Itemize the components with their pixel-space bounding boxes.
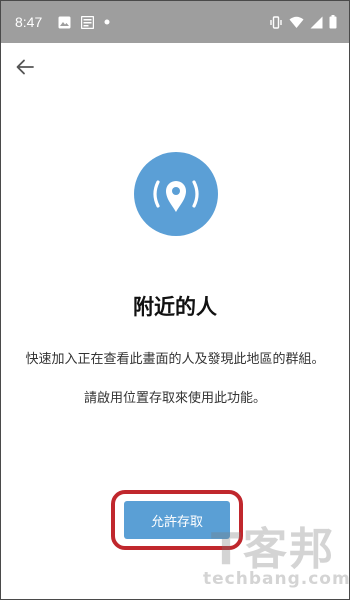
image-icon [58, 16, 71, 29]
back-button[interactable] [11, 53, 39, 81]
status-time: 8:47 [15, 14, 43, 30]
status-right [269, 15, 337, 29]
signal-icon [310, 16, 323, 29]
page-title: 附近的人 [133, 295, 217, 319]
description-text: 快速加入正在查看此畫面的人及發現此地區的群組。 [25, 352, 325, 367]
dot-icon [104, 19, 110, 25]
location-pin-icon [153, 180, 199, 212]
allow-access-button[interactable]: 允許存取 [124, 501, 230, 539]
wifi-icon [289, 16, 304, 29]
vibrate-icon [269, 15, 283, 29]
arrow-back-icon [16, 59, 34, 75]
permission-note: 請啟用位置存取來使用此功能。 [83, 391, 266, 406]
status-left: 8:47 [15, 14, 110, 30]
watermark-text: techbang.com [203, 569, 350, 589]
news-icon [81, 15, 95, 29]
battery-icon [329, 15, 337, 29]
location-illustration [134, 152, 218, 236]
status-bar: 8:47 [1, 1, 349, 43]
